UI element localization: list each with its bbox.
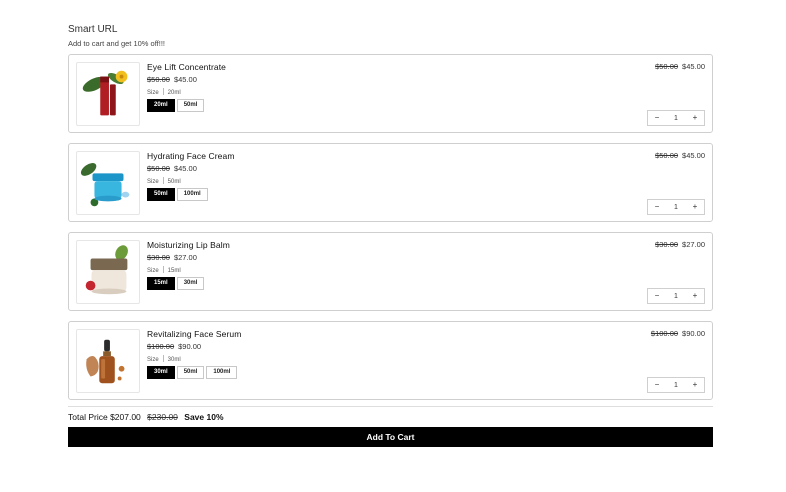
size-info: Size 50ml — [147, 177, 181, 185]
size-option-100ml[interactable]: 100ml — [206, 366, 238, 379]
decrement-button[interactable]: − — [648, 111, 666, 125]
size-option-50ml[interactable]: 50ml — [147, 188, 175, 201]
product-card: Revitalizing Face Serum $100.00 $90.00 Si… — [68, 321, 713, 400]
product-name: Eye Lift Concentrate — [147, 62, 227, 72]
total-summary: Total Price $207.00 $230.00 Save 10% — [68, 412, 224, 422]
size-info: Size 15ml — [147, 266, 181, 274]
product-image — [76, 151, 140, 215]
size-option-30ml[interactable]: 30ml — [176, 277, 205, 290]
size-label: Size — [147, 357, 159, 363]
product-price: $50.00 $45.00 — [147, 164, 197, 173]
sale-price: $90.00 — [682, 329, 705, 338]
original-price: $100.00 — [147, 342, 175, 351]
add-to-cart-button[interactable]: Add To Cart — [68, 427, 713, 447]
size-options: 30ml 50ml 100ml — [147, 366, 238, 379]
promo-subtitle: Add to cart and get 10% off!!! — [68, 39, 166, 48]
product-name: Moisturizing Lip Balm — [147, 240, 230, 250]
size-value: 30ml — [167, 357, 181, 363]
product-price: $100.00 $90.00 — [147, 342, 201, 351]
size-option-15ml[interactable]: 15ml — [147, 277, 175, 290]
original-price: $50.00 — [147, 75, 170, 84]
sale-price: $45.00 — [173, 164, 197, 173]
line-price: $50.00 $45.00 — [655, 62, 705, 71]
product-card: Moisturizing Lip Balm $30.00 $27.00 Size 1… — [68, 232, 713, 311]
increment-button[interactable]: + — [686, 111, 704, 125]
increment-button[interactable]: + — [686, 200, 704, 214]
size-options: 20ml 50ml — [147, 99, 205, 112]
summary-divider — [68, 406, 713, 407]
original-total: $230.00 — [147, 412, 178, 422]
increment-button[interactable]: + — [686, 378, 704, 392]
sale-price: $45.00 — [682, 151, 705, 160]
divider — [162, 266, 164, 273]
divider — [162, 355, 164, 362]
size-value: 20ml — [167, 90, 181, 96]
divider — [162, 177, 164, 184]
product-price: $30.00 $27.00 — [147, 253, 197, 262]
quantity-value[interactable]: 1 — [674, 293, 678, 300]
size-option-100ml[interactable]: 100ml — [176, 188, 208, 201]
size-option-30ml[interactable]: 30ml — [147, 366, 175, 379]
original-price: $30.00 — [655, 240, 679, 249]
dropper-bottle-icon — [86, 339, 125, 384]
sale-price: $45.00 — [173, 75, 197, 84]
quantity-stepper: − 1 + — [647, 377, 705, 393]
original-price: $50.00 — [655, 151, 679, 160]
total-price: $207.00 — [110, 412, 141, 422]
decrement-button[interactable]: − — [648, 200, 666, 214]
product-name: Hydrating Face Cream — [147, 151, 235, 161]
total-label: Total Price — [68, 412, 108, 422]
increment-button[interactable]: + — [686, 289, 704, 303]
quantity-value[interactable]: 1 — [674, 115, 678, 122]
size-options: 15ml 30ml — [147, 277, 205, 290]
size-label: Size — [147, 268, 159, 274]
quantity-stepper: − 1 + — [647, 110, 705, 126]
decrement-button[interactable]: − — [648, 378, 666, 392]
product-card: Hydrating Face Cream $50.00 $45.00 Size 50… — [68, 143, 713, 222]
quantity-value[interactable]: 1 — [674, 382, 678, 389]
savings-badge: Save 10% — [184, 412, 224, 422]
original-price: $50.00 — [655, 62, 679, 71]
size-options: 50ml 100ml — [147, 188, 208, 201]
size-option-50ml[interactable]: 50ml — [176, 366, 205, 379]
line-price: $50.00 $45.00 — [655, 151, 705, 160]
size-option-50ml[interactable]: 50ml — [176, 99, 205, 112]
line-price: $100.00 $90.00 — [651, 329, 705, 338]
product-image — [76, 62, 140, 126]
size-info: Size 20ml — [147, 88, 181, 96]
serum-bottle-icon — [82, 70, 128, 116]
sale-price: $90.00 — [178, 342, 202, 351]
sale-price: $45.00 — [682, 62, 705, 71]
size-option-20ml[interactable]: 20ml — [147, 99, 175, 112]
balm-jar-icon — [85, 245, 128, 295]
line-price: $30.00 $27.00 — [655, 240, 705, 249]
size-label: Size — [147, 90, 159, 96]
product-card: Eye Lift Concentrate $50.00 $45.00 Size 20… — [68, 54, 713, 133]
divider — [162, 88, 164, 95]
quantity-stepper: − 1 + — [647, 199, 705, 215]
product-price: $50.00 $45.00 — [147, 75, 197, 84]
cream-jar-icon — [80, 163, 130, 207]
quantity-value[interactable]: 1 — [674, 204, 678, 211]
quantity-stepper: − 1 + — [647, 288, 705, 304]
product-image — [76, 329, 140, 393]
size-value: 15ml — [167, 268, 181, 274]
decrement-button[interactable]: − — [648, 289, 666, 303]
original-price: $100.00 — [650, 329, 679, 338]
size-info: Size 30ml — [147, 355, 181, 363]
original-price: $30.00 — [147, 253, 170, 262]
size-value: 50ml — [167, 179, 181, 185]
sale-price: $27.00 — [682, 240, 705, 249]
original-price: $50.00 — [147, 164, 170, 173]
product-name: Revitalizing Face Serum — [147, 329, 242, 339]
size-label: Size — [147, 179, 159, 185]
sale-price: $27.00 — [173, 253, 197, 262]
product-image — [76, 240, 140, 304]
page-title: Smart URL — [68, 24, 118, 35]
